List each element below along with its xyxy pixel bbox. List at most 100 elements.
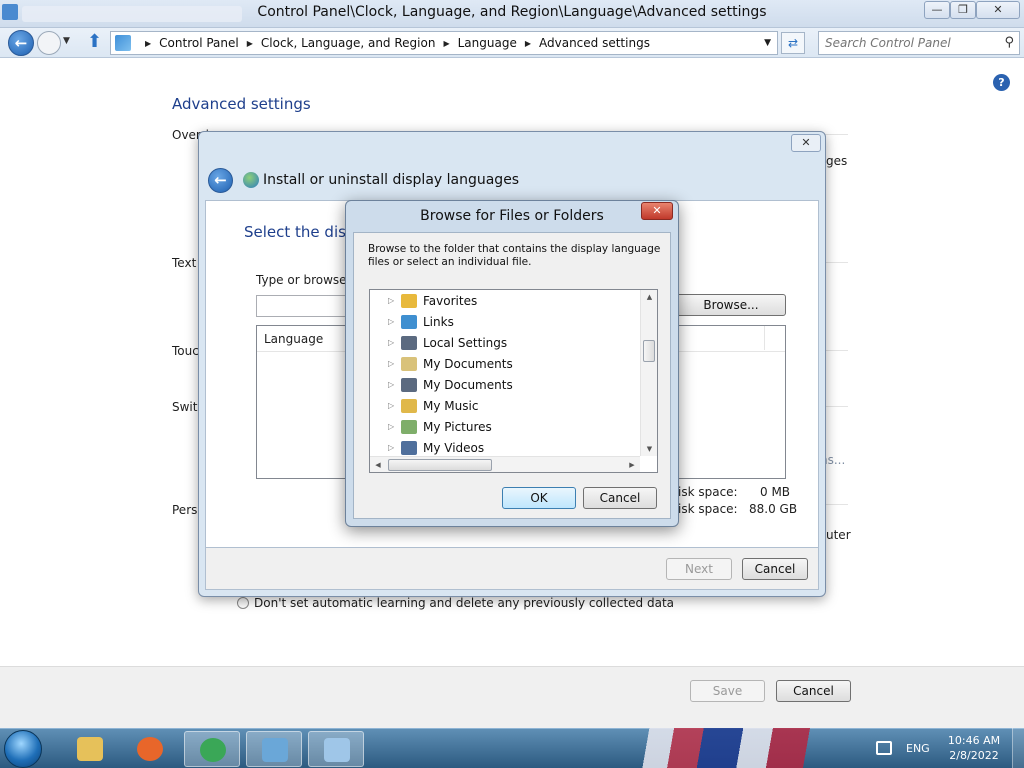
tree-item-my-music[interactable]: ▷ My Music bbox=[370, 395, 478, 416]
tree-item-local-settings[interactable]: ▷ Local Settings bbox=[370, 332, 507, 353]
search-box[interactable]: ⚲ bbox=[818, 31, 1020, 55]
dialog-footer: Next Cancel bbox=[205, 548, 819, 590]
dialog-cancel-button[interactable]: Cancel bbox=[742, 558, 808, 580]
tree-item-label[interactable]: My Music bbox=[423, 399, 478, 413]
clock-time: 10:46 AM bbox=[947, 734, 1001, 747]
chevron-right-icon[interactable]: ▶ bbox=[247, 39, 253, 48]
up-arrow-icon[interactable]: ⬆ bbox=[87, 32, 105, 52]
horizontal-scrollbar[interactable]: ◀ ▶ bbox=[370, 456, 640, 472]
scroll-up-arrow-icon[interactable]: ▲ bbox=[641, 290, 657, 304]
dialog-close-button[interactable]: ✕ bbox=[791, 134, 821, 152]
ok-button[interactable]: OK bbox=[502, 487, 576, 509]
firefox-icon bbox=[137, 737, 163, 761]
breadcrumb-control-panel[interactable]: Control Panel bbox=[159, 36, 239, 50]
search-input[interactable] bbox=[819, 32, 989, 54]
forward-button[interactable] bbox=[37, 31, 61, 55]
page-title: Advanced settings bbox=[172, 95, 311, 113]
tree-item-my-documents-shortcut[interactable]: ▷ My Documents bbox=[370, 374, 513, 395]
taskbar bbox=[0, 728, 1024, 768]
taskbar-chrome[interactable] bbox=[184, 731, 240, 767]
expand-arrow-icon[interactable]: ▷ bbox=[388, 443, 398, 452]
languages-label-fragment: ges bbox=[826, 154, 848, 168]
tree-item-label[interactable]: Local Settings bbox=[423, 336, 507, 350]
computer-label-fragment: uter bbox=[826, 528, 851, 542]
taskbar-explorer[interactable] bbox=[62, 731, 118, 767]
chevron-right-icon[interactable]: ▶ bbox=[443, 39, 449, 48]
touch-keyboard-label: Touc bbox=[172, 344, 199, 358]
tree-item-my-pictures[interactable]: ▷ My Pictures bbox=[370, 416, 492, 437]
expand-arrow-icon[interactable]: ▷ bbox=[388, 401, 398, 410]
browse-dialog-body: Browse to the folder that contains the d… bbox=[353, 232, 671, 519]
maximize-button[interactable]: ❐ bbox=[950, 1, 976, 19]
folder-icon bbox=[77, 737, 103, 761]
globe-icon bbox=[243, 172, 259, 188]
breadcrumb-clock-language-region[interactable]: Clock, Language, and Region bbox=[261, 36, 436, 50]
dialog-back-button[interactable]: ← bbox=[208, 168, 233, 193]
tree-item-label[interactable]: My Videos bbox=[423, 441, 484, 455]
shortcut-folder-icon bbox=[401, 335, 417, 350]
search-icon[interactable]: ⚲ bbox=[1004, 35, 1014, 50]
expand-arrow-icon[interactable]: ▷ bbox=[388, 359, 398, 368]
browse-instructions: Browse to the folder that contains the d… bbox=[368, 243, 661, 268]
page-footer: Save Cancel bbox=[0, 666, 1024, 728]
wallpaper-graphic bbox=[600, 728, 840, 768]
expand-arrow-icon[interactable]: ▷ bbox=[388, 422, 398, 431]
delete-learning-radio-label[interactable]: Don't set automatic learning and delete … bbox=[254, 596, 674, 610]
column-separator bbox=[764, 326, 765, 350]
network-icon[interactable] bbox=[876, 741, 892, 755]
language-indicator[interactable]: ENG bbox=[906, 742, 930, 755]
recent-pages-chevron-icon[interactable]: ▼ bbox=[63, 36, 70, 46]
taskbar-language-settings[interactable] bbox=[308, 731, 364, 767]
tree-item-label[interactable]: Favorites bbox=[423, 294, 477, 308]
breadcrumb-advanced-settings[interactable]: Advanced settings bbox=[539, 36, 650, 50]
scroll-left-arrow-icon[interactable]: ◀ bbox=[370, 457, 386, 472]
tree-item-label[interactable]: My Documents bbox=[423, 378, 513, 392]
save-button[interactable]: Save bbox=[690, 680, 765, 702]
browse-close-button[interactable]: ✕ bbox=[641, 202, 673, 220]
tree-item-links[interactable]: ▷ Links bbox=[370, 311, 454, 332]
taskbar-firefox[interactable] bbox=[122, 731, 178, 767]
browse-cancel-button[interactable]: Cancel bbox=[583, 487, 657, 509]
delete-learning-radio[interactable] bbox=[237, 597, 249, 609]
refresh-icon[interactable]: ⇄ bbox=[781, 32, 805, 54]
scroll-right-arrow-icon[interactable]: ▶ bbox=[624, 457, 640, 472]
tree-item-label[interactable]: Links bbox=[423, 315, 454, 329]
next-button[interactable]: Next bbox=[666, 558, 732, 580]
type-or-browse-label: Type or browse t bbox=[256, 273, 356, 287]
expand-arrow-icon[interactable]: ▷ bbox=[388, 380, 398, 389]
text-services-label: Text bbox=[172, 256, 197, 270]
scroll-down-arrow-icon[interactable]: ▼ bbox=[641, 442, 657, 456]
breadcrumb-language[interactable]: Language bbox=[458, 36, 517, 50]
expand-arrow-icon[interactable]: ▷ bbox=[388, 296, 398, 305]
back-button[interactable]: ← bbox=[8, 30, 34, 56]
tree-item-my-videos[interactable]: ▷ My Videos bbox=[370, 437, 484, 458]
vertical-scroll-thumb[interactable] bbox=[643, 340, 655, 362]
show-desktop-button[interactable] bbox=[1012, 728, 1024, 768]
horizontal-scroll-thumb[interactable] bbox=[388, 459, 492, 471]
language-settings-icon bbox=[324, 738, 350, 762]
vertical-scrollbar[interactable]: ▲ ▼ bbox=[640, 290, 657, 456]
help-icon[interactable]: ? bbox=[993, 74, 1010, 91]
expand-arrow-icon[interactable]: ▷ bbox=[388, 317, 398, 326]
taskbar-control-panel[interactable] bbox=[246, 731, 302, 767]
expand-arrow-icon[interactable]: ▷ bbox=[388, 338, 398, 347]
browse-button[interactable]: Browse... bbox=[676, 294, 786, 316]
address-dropdown-icon[interactable]: ▼ bbox=[764, 38, 771, 48]
tree-item-label[interactable]: My Documents bbox=[423, 357, 513, 371]
system-tray: ENG bbox=[876, 733, 930, 763]
minimize-button[interactable]: — bbox=[924, 1, 950, 19]
chevron-right-icon[interactable]: ▶ bbox=[525, 39, 531, 48]
start-button[interactable] bbox=[4, 730, 42, 768]
close-button[interactable]: ✕ bbox=[976, 1, 1020, 19]
tree-item-my-documents[interactable]: ▷ My Documents bbox=[370, 353, 513, 374]
folder-tree[interactable]: ▷ Favorites ▷ Links ▷ Local Settings ▷ M… bbox=[369, 289, 658, 473]
cancel-button[interactable]: Cancel bbox=[776, 680, 851, 702]
tree-item-label[interactable]: My Pictures bbox=[423, 420, 492, 434]
breadcrumb[interactable]: ▶ Control Panel ▶ Clock, Language, and R… bbox=[110, 31, 778, 55]
pictures-folder-icon bbox=[401, 419, 417, 434]
clock[interactable]: 10:46 AM 2/8/2022 bbox=[940, 733, 1008, 763]
delete-learning-radio-row[interactable]: Don't set automatic learning and delete … bbox=[237, 596, 674, 610]
chevron-right-icon[interactable]: ▶ bbox=[145, 39, 151, 48]
chrome-icon bbox=[200, 738, 226, 762]
tree-item-favorites[interactable]: ▷ Favorites bbox=[370, 290, 477, 311]
